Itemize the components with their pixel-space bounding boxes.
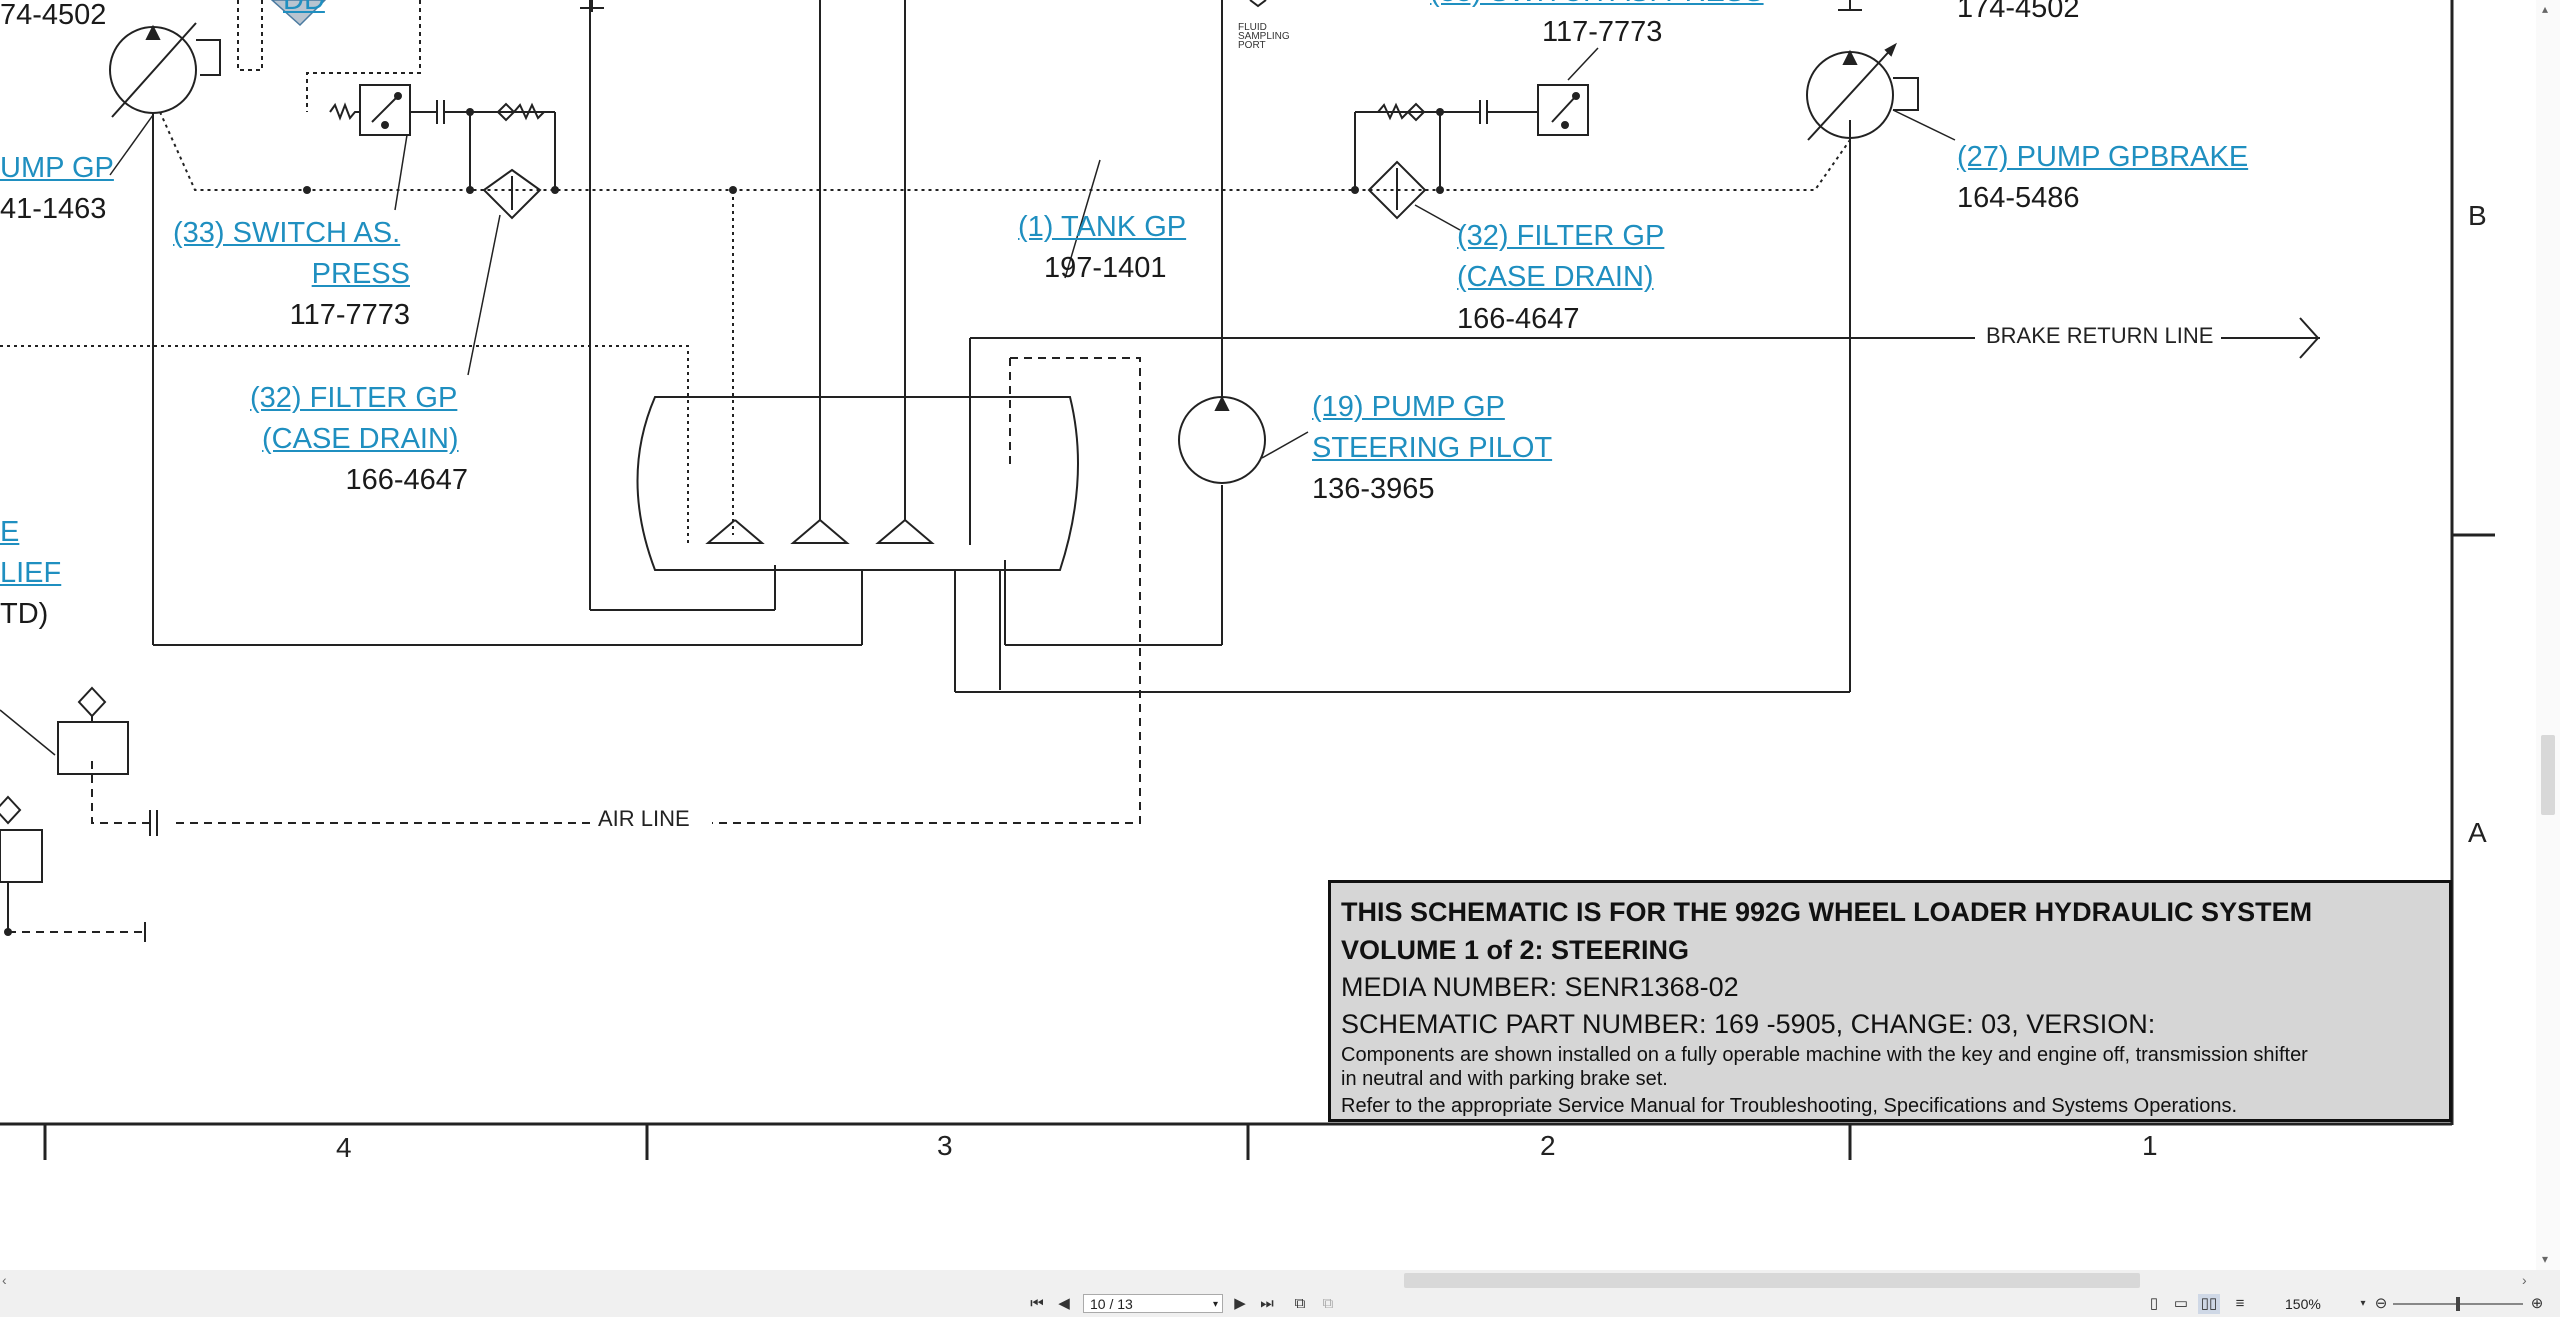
first-page-icon[interactable]: ⏮ [1028, 1294, 1046, 1314]
zoom-level[interactable]: 150% [2285, 1296, 2321, 1312]
link-switch-as-press-left-2[interactable]: PRESS [250, 254, 410, 295]
link-filter-left[interactable]: (32) FILTER GP [250, 378, 457, 419]
zone-col-2: 2 [1540, 1130, 1556, 1161]
media-number: MEDIA NUMBER: SENR1368-02 [1341, 972, 1739, 1002]
schematic-part-number: SCHEMATIC PART NUMBER: 169 -5905, CHANGE… [1341, 1009, 2156, 1039]
page-number-field[interactable]: 10 / 13 ▾ [1083, 1294, 1223, 1313]
zoom-slider-knob[interactable] [2456, 1297, 2460, 1311]
pn-pump-gp-left: 41-1463 [0, 193, 107, 225]
next-page-icon[interactable]: ▶ [1232, 1294, 1248, 1314]
page-dropdown-icon[interactable]: ▾ [1213, 1295, 1218, 1314]
zoom-in-icon[interactable]: ⊕ [2528, 1294, 2546, 1314]
relief-3: TD) [0, 598, 49, 630]
single-page-layout-icon[interactable]: ▯ [2145, 1294, 2163, 1314]
link-pump-steering-pilot-2[interactable]: STEERING PILOT [1312, 428, 1552, 469]
viewer-status-bar: ⏮ ◀ 10 / 13 ▾ ▶ ⏭ ⧉ ⧉ ▯ ▭ ▯▯ ≡ 150% ▾ ⊖ ⊕ [0, 1292, 2560, 1317]
zoom-dropdown-icon[interactable]: ▾ [2358, 1294, 2368, 1314]
note-line-2: in neutral and with parking brake set. [1341, 1068, 1668, 1090]
link-tank-gp[interactable]: (1) TANK GP [1018, 207, 1186, 248]
zoom-out-icon[interactable]: ⊖ [2372, 1294, 2390, 1314]
fluid-port-label-3: PORT [1238, 40, 1266, 51]
link-filter-right[interactable]: (32) FILTER GP [1457, 216, 1664, 257]
vertical-scroll-thumb[interactable] [2541, 735, 2555, 815]
pn-top-right: 174-4502 [1957, 0, 2080, 24]
zone-col-1: 1 [2142, 1130, 2158, 1161]
link-filter-right-2[interactable]: (CASE DRAIN) [1457, 257, 1654, 298]
pn-filter-left: 166-4647 [345, 464, 468, 496]
horizontal-scrollbar[interactable]: ‹ › [0, 1270, 2560, 1292]
pn-pump-brake: 164-5486 [1957, 182, 2080, 214]
link-pump-brake[interactable]: (27) PUMP GPBRAKE [1957, 137, 2248, 178]
pn-switch-top: 117-7773 [1542, 16, 1663, 48]
pn-switch-as-press-left: 117-7773 [289, 299, 410, 331]
link-relief-1[interactable]: E [0, 512, 19, 553]
zone-row-b: B [2468, 200, 2487, 231]
page-view-alt-icon[interactable]: ⧉ [1318, 1294, 1338, 1314]
link-relief-2[interactable]: LIEF [0, 553, 61, 594]
continuous-layout-icon[interactable]: ▭ [2172, 1294, 2190, 1314]
scroll-down-arrow-icon[interactable]: ▾ [2542, 1252, 2548, 1266]
note-line-3: Refer to the appropriate Service Manual … [1341, 1095, 2238, 1117]
two-page-layout-icon[interactable]: ▯▯ [2198, 1294, 2220, 1314]
link-pump-gp-left[interactable]: UMP GP [0, 148, 114, 189]
previous-page-icon[interactable]: ◀ [1056, 1294, 1072, 1314]
vertical-scrollbar[interactable]: ▴ ▾ [2536, 0, 2560, 1270]
air-line-label: AIR LINE [590, 806, 698, 832]
link-switch-as-press-left[interactable]: (33) SWITCH AS. [173, 213, 400, 254]
title-line-1: THIS SCHEMATIC IS FOR THE 992G WHEEL LOA… [1341, 897, 2313, 927]
pn-top-left: 74-4502 [0, 0, 107, 31]
zone-row-a: A [2468, 817, 2487, 848]
scroll-up-arrow-icon[interactable]: ▴ [2542, 2, 2548, 16]
page-view-icon[interactable]: ⧉ [1290, 1294, 1310, 1314]
horizontal-scroll-thumb[interactable] [1404, 1273, 2140, 1288]
page-indicator: 10 / 13 [1090, 1296, 1133, 1312]
link-pump-steering-pilot[interactable]: (19) PUMP GP [1312, 387, 1505, 428]
brake-return-line-label: BRAKE RETURN LINE [1978, 323, 2222, 349]
title-line-2: VOLUME 1 of 2: STEERING [1341, 935, 1690, 965]
title-block: THIS SCHEMATIC IS FOR THE 992G WHEEL LOA… [1328, 880, 2452, 1122]
note-line-1: Components are shown installed on a full… [1341, 1044, 2308, 1066]
zone-col-4: 4 [336, 1132, 352, 1163]
document-viewport: 74-4502 DD UMP GP 41-1463 (33) SWITCH AS… [0, 0, 2560, 1270]
pn-tank-gp: 197-1401 [1044, 252, 1167, 284]
pn-filter-right: 166-4647 [1457, 303, 1580, 335]
zone-col-3: 3 [937, 1130, 953, 1161]
link-filter-left-2[interactable]: (CASE DRAIN) [262, 419, 459, 460]
last-page-icon[interactable]: ⏭ [1258, 1294, 1276, 1314]
scroll-left-arrow-icon[interactable]: ‹ [2, 1272, 7, 1288]
badge-dd[interactable]: DD [283, 0, 325, 17]
scroll-right-arrow-icon[interactable]: › [2522, 1272, 2527, 1288]
book-layout-icon[interactable]: ≡ [2230, 1294, 2250, 1314]
pn-pump-steering-pilot: 136-3965 [1312, 473, 1435, 505]
